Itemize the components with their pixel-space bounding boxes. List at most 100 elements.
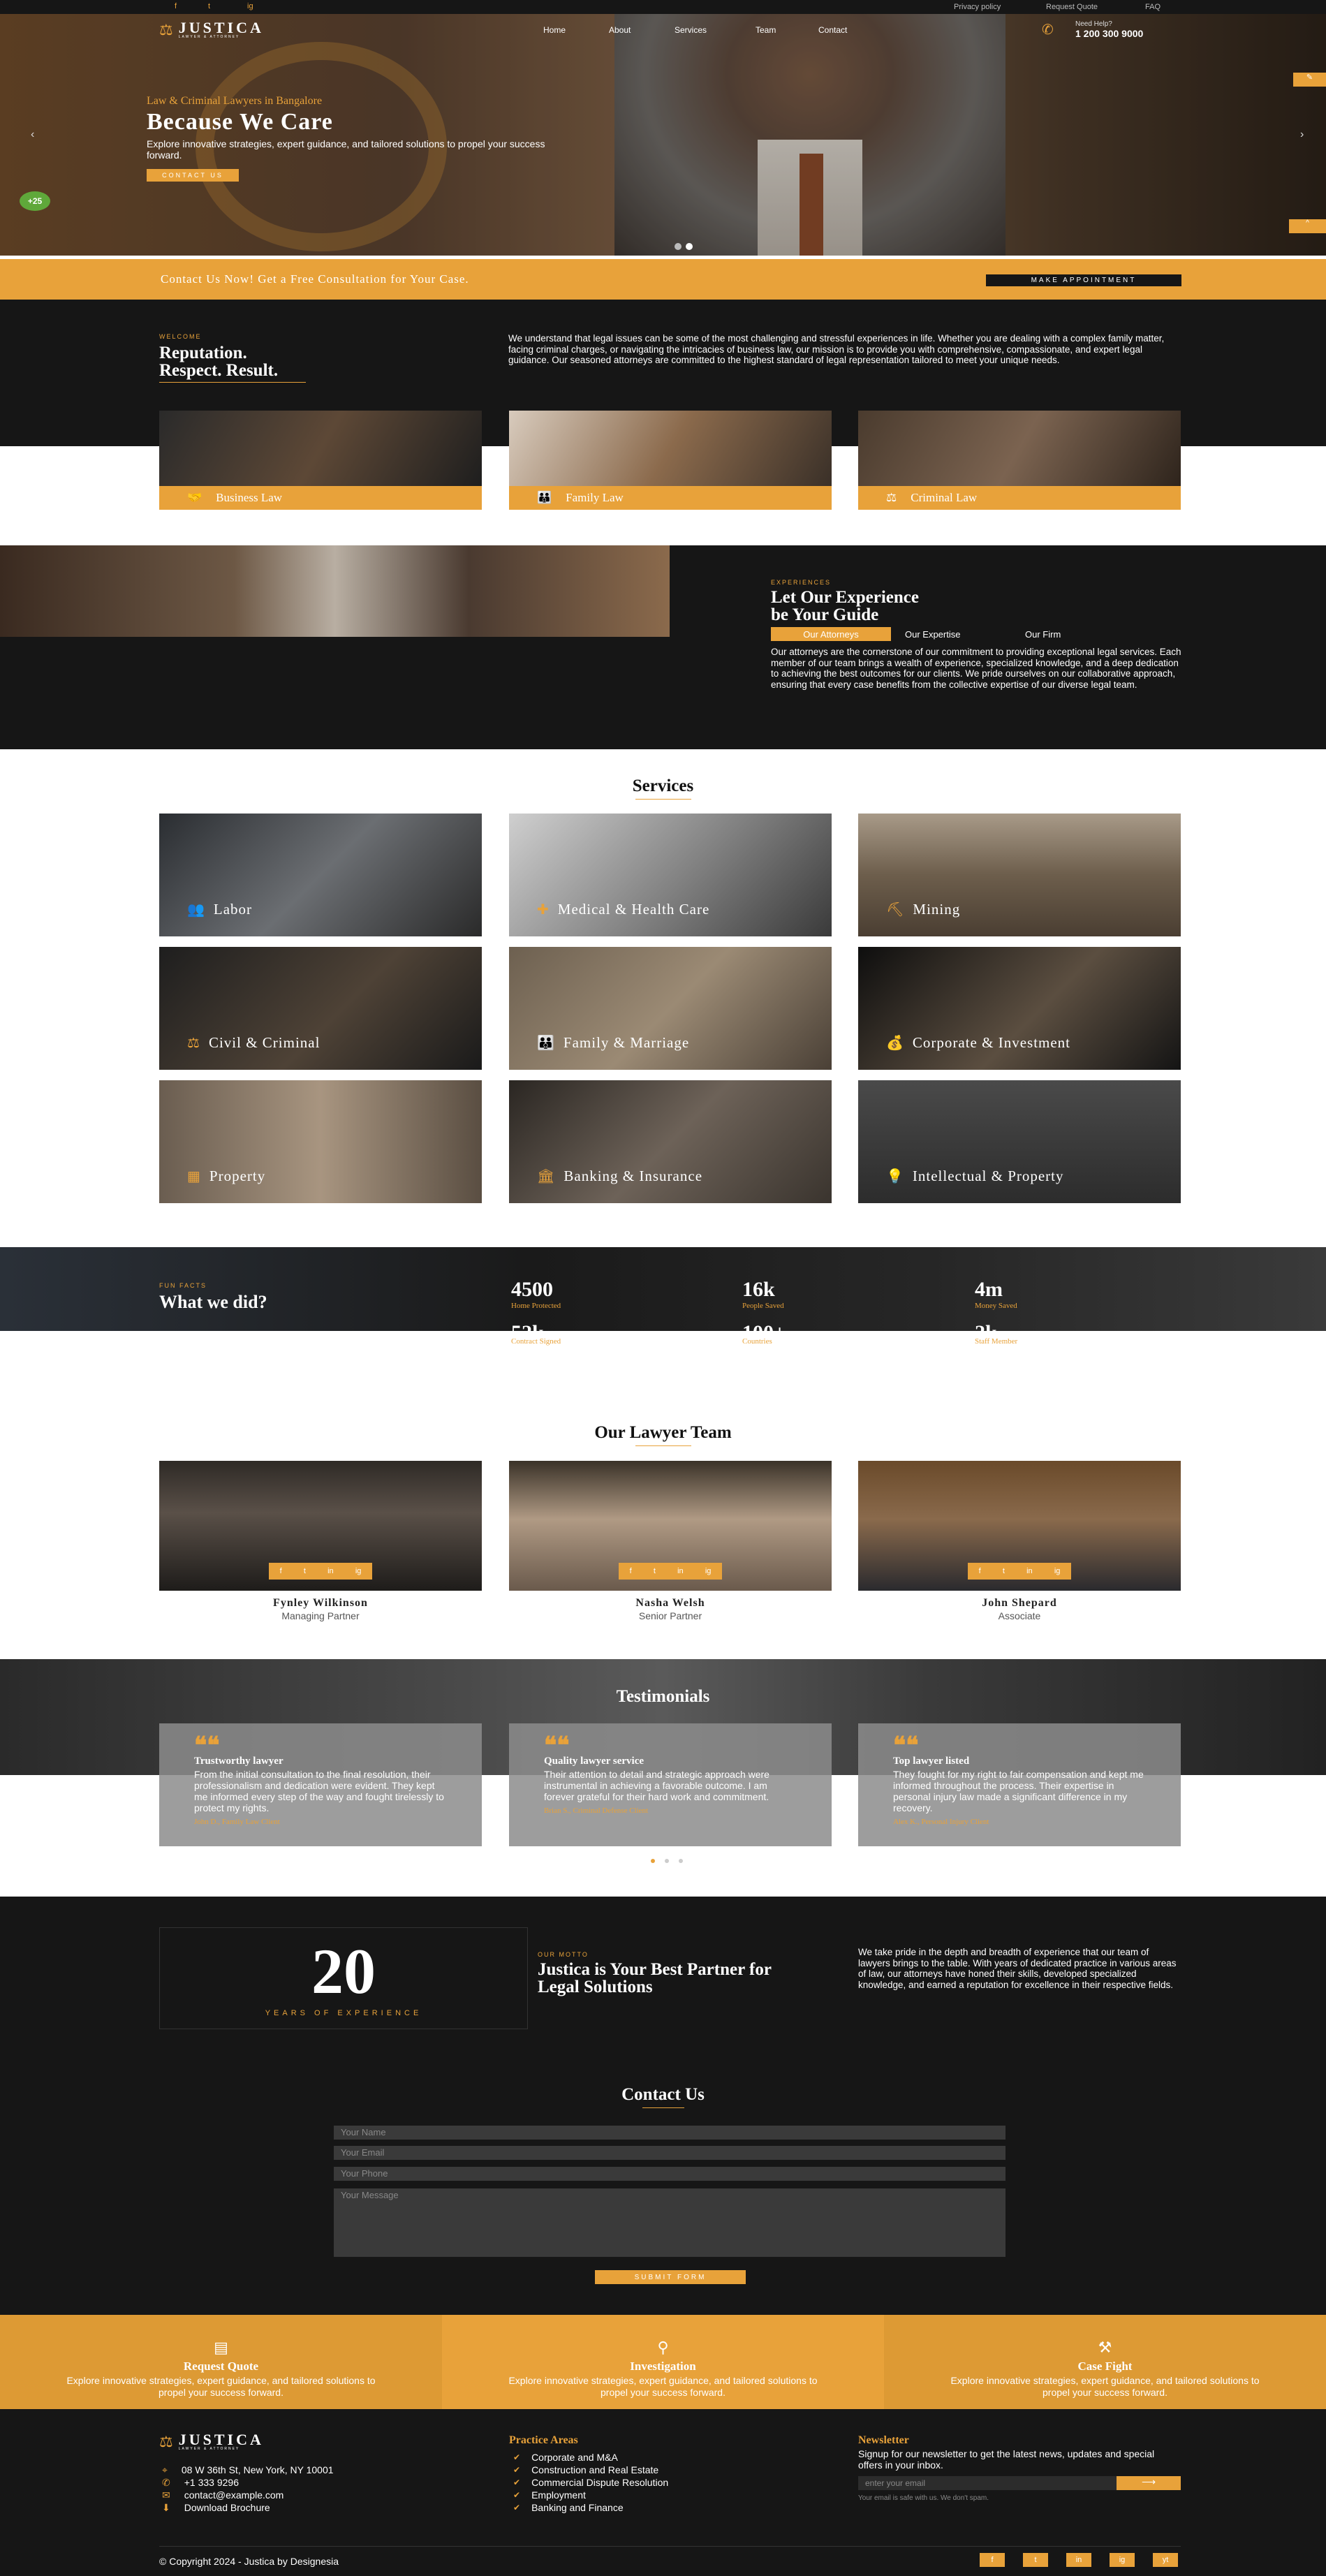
slider-dot-1[interactable] — [675, 243, 682, 250]
request-quote-link[interactable]: Request Quote — [1046, 3, 1098, 11]
practice-areas-title: Practice Areas — [509, 2434, 578, 2446]
twitter-icon[interactable]: t — [208, 2, 210, 10]
linkedin-icon[interactable]: in — [1026, 1567, 1033, 1575]
team-card-3[interactable]: f t in ig John Shepard Associate — [858, 1461, 1181, 1621]
testimonial-text: From the initial consultation to the fin… — [194, 1769, 444, 1813]
feature-case-fight[interactable]: ⚒ Case Fight Explore innovative strategi… — [884, 2315, 1326, 2409]
motto-title: Justica is Your Best Partner for Legal S… — [538, 1960, 772, 1996]
practice-area-item[interactable]: ✔ Corporate and M&A — [513, 2451, 668, 2464]
service-card-property[interactable]: ▦ Property — [159, 1080, 482, 1203]
practice-card-family[interactable]: 👪 Family Law — [509, 411, 832, 510]
facebook-icon[interactable]: f — [630, 1567, 632, 1575]
youtube-icon[interactable]: yt — [1153, 2553, 1178, 2567]
instagram-icon[interactable]: ig — [1054, 1567, 1061, 1575]
privacy-link[interactable]: Privacy policy — [954, 3, 1001, 11]
stat-number: 16k — [742, 1278, 775, 1301]
instagram-icon[interactable]: ig — [705, 1567, 712, 1575]
feature-request-quote[interactable]: ▤ Request Quote Explore innovative strat… — [0, 2315, 442, 2409]
footer-phone[interactable]: +1 333 9296 — [184, 2476, 239, 2489]
service-card-intellectual[interactable]: 💡 Intellectual & Property — [858, 1080, 1181, 1203]
facebook-icon[interactable]: f — [280, 1567, 282, 1575]
tab-our-attorneys[interactable]: Our Attorneys — [771, 627, 891, 641]
logo[interactable]: ⚖ JUSTICA LAWYER & ATTORNEY — [159, 20, 264, 40]
name-input[interactable]: Your Name — [334, 2126, 1005, 2140]
practice-card-label: Business Law — [216, 491, 283, 504]
practice-card-criminal[interactable]: ⚖ Criminal Law — [858, 411, 1181, 510]
newsletter-submit-button[interactable]: ⟶ — [1117, 2476, 1181, 2490]
tab-our-expertise[interactable]: Our Expertise — [905, 629, 960, 640]
quote-icon: ❝❝ — [544, 1733, 570, 1759]
linkedin-icon[interactable]: in — [327, 1567, 334, 1575]
nav-home[interactable]: Home — [543, 25, 566, 35]
practice-area-item[interactable]: ✔ Employment — [513, 2489, 668, 2501]
footer-logo[interactable]: ⚖ JUSTICA LAWYER & ATTORNEY — [159, 2432, 264, 2452]
email-input[interactable]: Your Email — [334, 2146, 1005, 2160]
hero-badge: +25 — [20, 191, 50, 211]
team-card-2[interactable]: f t in ig Nasha Welsh Senior Partner — [509, 1461, 832, 1621]
practice-area-label: Banking and Finance — [531, 2502, 624, 2513]
check-icon: ✔ — [513, 2490, 521, 2500]
service-card-civil[interactable]: ⚖ Civil & Criminal — [159, 947, 482, 1070]
nav-services[interactable]: Services — [675, 25, 707, 35]
practice-card-label: Family Law — [566, 491, 624, 504]
service-card-labor[interactable]: 👥 Labor — [159, 814, 482, 936]
prev-slide-icon[interactable]: ‹ — [31, 128, 34, 141]
quote-icon: ❝❝ — [194, 1733, 220, 1759]
phone-input[interactable]: Your Phone — [334, 2167, 1005, 2181]
make-appointment-button[interactable]: MAKE APPOINTMENT — [986, 274, 1181, 286]
instagram-icon[interactable]: ig — [1110, 2553, 1135, 2567]
phone-icon: ✆ — [1042, 22, 1054, 38]
submit-form-button[interactable]: SUBMIT FORM — [595, 2270, 746, 2284]
service-label: Banking & Insurance — [563, 1168, 703, 1184]
nav-about[interactable]: About — [609, 25, 631, 35]
scroll-top-button[interactable]: ^ — [1289, 219, 1326, 233]
experience-title-line-2: be Your Guide — [771, 605, 879, 624]
service-card-family[interactable]: 👪 Family & Marriage — [509, 947, 832, 1070]
facebook-icon[interactable]: f — [175, 2, 177, 10]
linkedin-icon[interactable]: in — [1066, 2553, 1091, 2567]
hero-contact-button[interactable]: CONTACT US — [147, 169, 239, 182]
practice-area-item[interactable]: ✔ Banking and Finance — [513, 2501, 668, 2514]
slider-dot-2[interactable] — [686, 243, 693, 250]
twitter-icon[interactable]: t — [654, 1567, 656, 1575]
experience-eyebrow: EXPERIENCES — [771, 579, 832, 586]
testimonials-title: Testimonials — [616, 1687, 710, 1706]
newsletter-email-input[interactable]: enter your email — [858, 2476, 1117, 2490]
tab-our-firm[interactable]: Our Firm — [1025, 629, 1061, 640]
team-card-1[interactable]: f t in ig Fynley Wilkinson Managing Partner — [159, 1461, 482, 1621]
service-card-corporate[interactable]: 💰 Corporate & Investment — [858, 947, 1181, 1070]
hero-text: Explore innovative strategies, expert gu… — [147, 138, 545, 161]
testimonial-dot-3[interactable] — [679, 1859, 683, 1863]
twitter-icon[interactable]: t — [1023, 2553, 1048, 2567]
service-card-medical[interactable]: ✚ Medical & Health Care — [509, 814, 832, 936]
download-brochure-link[interactable]: Download Brochure — [184, 2501, 270, 2514]
phone-number[interactable]: 1 200 300 9000 — [1075, 28, 1143, 39]
services-title-underline — [635, 799, 691, 800]
twitter-icon[interactable]: t — [304, 1567, 306, 1575]
footer-email[interactable]: contact@example.com — [184, 2489, 284, 2501]
download-icon: ⬇ — [162, 2502, 170, 2513]
phone-icon: ✆ — [162, 2477, 170, 2488]
testimonial-dot-2[interactable] — [665, 1859, 669, 1863]
service-card-banking[interactable]: 🏛 Banking & Insurance — [509, 1080, 832, 1203]
linkedin-icon[interactable]: in — [677, 1567, 684, 1575]
nav-contact[interactable]: Contact — [818, 25, 847, 35]
service-card-mining[interactable]: ⛏ Mining — [858, 814, 1181, 936]
side-edit-button[interactable]: ✎ — [1293, 73, 1326, 87]
practice-area-item[interactable]: ✔ Commercial Dispute Resolution — [513, 2476, 668, 2489]
feature-investigation[interactable]: ⚲ Investigation Explore innovative strat… — [442, 2315, 884, 2409]
lawyer-name: John Shepard — [982, 1597, 1057, 1609]
facebook-icon[interactable]: f — [979, 1567, 981, 1575]
practice-card-business[interactable]: 🤝 Business Law — [159, 411, 482, 510]
practice-area-item[interactable]: ✔ Construction and Real Estate — [513, 2464, 668, 2476]
handshake-icon: 🤝 — [187, 491, 202, 504]
next-slide-icon[interactable]: › — [1300, 128, 1304, 141]
twitter-icon[interactable]: t — [1003, 1567, 1005, 1575]
faq-link[interactable]: FAQ — [1145, 3, 1161, 11]
instagram-icon[interactable]: ig — [355, 1567, 362, 1575]
nav-team[interactable]: Team — [756, 25, 776, 35]
instagram-icon[interactable]: ig — [247, 2, 253, 10]
facebook-icon[interactable]: f — [980, 2553, 1005, 2567]
message-textarea[interactable]: Your Message — [334, 2188, 1005, 2257]
testimonial-dot-1[interactable] — [651, 1859, 655, 1863]
